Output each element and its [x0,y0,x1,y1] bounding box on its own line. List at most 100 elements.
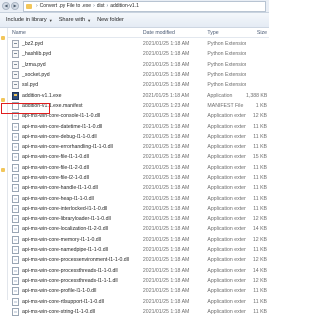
file-date-cell: 2021/01/25 1:18 AM [142,195,190,202]
navigation-pane[interactable] [0,28,8,300]
file-row[interactable]: api-ms-win-core-rtlsupport-l1-1-0.dll 202… [8,296,269,306]
breadcrumb[interactable]: › Convert .py File to .exe › dist › addi… [23,0,266,12]
file-row[interactable]: _hashlib.pyd 2021/01/25 1:18 AM Python Ext… [8,49,269,59]
address-bar[interactable]: ◀ ▶ › Convert .py File to .exe › dist › … [0,0,269,13]
file-name-cell[interactable]: api-ms-win-core-processthreads-l1-1-0.dl… [8,266,143,275]
column-type-header[interactable]: Type [207,30,246,36]
file-row[interactable]: api-ms-win-core-debug-l1-1-0.dll 2021/01/… [8,132,269,142]
file-name-cell[interactable]: api-ms-win-core-libraryloader-l1-1-0.dll [8,215,143,224]
file-size-cell: 15 KB [252,154,267,161]
breadcrumb-item[interactable]: › Convert .py File to .exe [34,3,91,9]
dll-icon [12,297,19,306]
forward-arrow-icon[interactable]: ▶ [11,2,19,10]
file-row[interactable]: api-ms-win-core-processenvironment-l1-1-… [8,255,269,265]
file-row[interactable]: api-ms-win-core-processthreads-l1-1-1.dl… [8,276,269,286]
column-name-header[interactable]: Name [8,30,143,36]
file-row[interactable]: api-ms-win-core-file-l1-1-0.dll 2021/01/2… [8,152,269,162]
file-type-cell: Application extens... [207,185,247,192]
dll-icon [12,276,19,285]
file-date-cell: 2021/01/25 1:18 AM [142,185,190,192]
file-name-cell[interactable]: _bz2.pyd [8,40,143,49]
folder-icon[interactable] [1,36,5,40]
breadcrumb-item[interactable]: › addition-v1.1 [105,3,139,9]
file-row[interactable]: api-ms-win-core-heap-l1-1-0.dll 2021/01/2… [8,193,269,203]
file-name-cell[interactable]: api-ms-win-core-datetime-l1-1-0.dll [8,122,143,131]
file-name-cell[interactable]: api-ms-win-core-file-l2-1-0.dll [8,174,143,182]
file-name-cell[interactable]: api-ms-win-core-memory-l1-1-0.dll [8,235,143,244]
file-name-label: addition-v1.1.exe [22,92,62,99]
file-name-cell[interactable]: addition-v1.1.exe [8,91,143,100]
file-name-cell[interactable]: api-ms-win-core-processthreads-l1-1-1.dl… [8,276,143,285]
file-row[interactable]: ssl.pyd 2021/01/25 1:18 AM Python Extensio… [8,80,269,90]
file-date-cell: 2021/01/25 1:18 AM [142,175,190,181]
file-name-cell[interactable]: api-ms-win-core-errorhandling-l1-1-0.dll [8,143,143,152]
file-row[interactable]: api-ms-win-core-string-l1-1-0.dll 2021/01… [8,307,269,317]
file-name-cell[interactable]: _hashlib.pyd [8,50,143,59]
breadcrumb-label-2[interactable]: dist [97,3,105,9]
file-name-cell[interactable]: api-ms-win-core-rtlsupport-l1-1-0.dll [8,297,143,306]
file-name-cell[interactable]: api-ms-win-core-namedpipe-l1-1-0.dll [8,246,143,255]
file-row[interactable]: api-ms-win-core-memory-l1-1-0.dll 2021/01… [8,235,269,245]
file-name-cell[interactable]: addition-v1.1.exe.manifest [8,101,143,110]
file-list: _bz2.pyd 2021/01/25 1:18 AM Python Extensi… [8,39,269,317]
file-row[interactable]: api-ms-win-core-datetime-l1-1-0.dll 2021/… [8,121,269,131]
file-row[interactable]: api-ms-win-core-libraryloader-l1-1-0.dll… [8,214,269,224]
breadcrumb-item[interactable]: › dist [91,3,104,9]
file-name-cell[interactable]: api-ms-win-core-file-l1-1-0.dll [8,153,143,162]
include-in-library-button[interactable]: Include in library ▼ [6,17,53,23]
file-row[interactable]: api-ms-win-core-file-l1-2-0.dll 2021/01/2… [8,163,269,173]
file-row[interactable]: api-ms-win-core-interlocked-l1-1-0.dll 20… [8,204,269,214]
file-name-cell[interactable]: _lzma.pyd [8,60,143,69]
folder-icon[interactable] [1,98,5,102]
file-type-cell: Application extens... [207,226,247,233]
file-name-label: api-ms-win-core-console-l1-1-0.dll [22,113,101,120]
column-size-header[interactable]: Size [246,30,269,36]
file-name-cell[interactable]: _socket.pyd [8,71,143,80]
file-row[interactable]: api-ms-win-core-localization-l1-2-0.dll 2… [8,224,269,234]
file-row[interactable]: _socket.pyd 2021/01/25 1:18 AM Python Exte… [8,70,269,80]
file-name-cell[interactable]: api-ms-win-core-file-l1-2-0.dll [8,163,143,172]
back-arrow-icon[interactable]: ◀ [2,2,10,10]
file-row[interactable]: api-ms-win-core-errorhandling-l1-1-0.dll… [8,142,269,152]
file-row[interactable]: api-ms-win-core-handle-l1-1-0.dll 2021/01… [8,183,269,193]
file-row[interactable]: addition-v1.1.exe.manifest 2021/01/25 1:2… [8,101,269,111]
file-size-cell: 12 KB [252,277,267,284]
pyd-icon [12,40,19,49]
dll-icon [12,204,19,213]
file-row[interactable]: api-ms-win-core-namedpipe-l1-1-0.dll 2021… [8,245,269,255]
new-folder-button[interactable]: New folder [97,17,124,23]
file-name-cell[interactable]: ssl.pyd [8,81,143,90]
file-name-cell[interactable]: api-ms-win-core-profile-l1-1-0.dll [8,287,143,296]
file-date-cell: 2021/01/25 1:23 AM [142,102,190,109]
breadcrumb-label-1[interactable]: Convert .py File to .exe [40,3,91,9]
share-with-button[interactable]: Share with ▼ [59,17,91,23]
file-date-cell: 2021/01/25 1:18 AM [142,61,190,68]
file-date-cell: 2021/01/25 1:18 AM [142,226,190,233]
file-row[interactable]: api-ms-win-core-profile-l1-1-0.dll 2021/0… [8,286,269,296]
file-name-cell[interactable]: api-ms-win-core-handle-l1-1-0.dll [8,184,143,193]
file-name-label: api-ms-win-core-handle-l1-1-0.dll [22,185,98,192]
file-name-cell[interactable]: api-ms-win-core-string-l1-1-0.dll [8,307,143,316]
file-row[interactable]: api-ms-win-core-processthreads-l1-1-0.dl… [8,266,269,276]
folder-icon[interactable] [1,168,5,172]
file-row[interactable]: addition-v1.1.exe 2021/01/25 1:18 AM Appli… [8,90,269,100]
file-type-cell: Python Extension ... [207,61,247,68]
file-row[interactable]: _bz2.pyd 2021/01/25 1:18 AM Python Extensi… [8,39,269,49]
file-name-cell[interactable]: api-ms-win-core-console-l1-1-0.dll [8,112,143,121]
file-row[interactable]: api-ms-win-core-console-l1-1-0.dll 2021/0… [8,111,269,121]
file-type-cell: Application extens... [207,123,247,130]
file-name-cell[interactable]: api-ms-win-core-debug-l1-1-0.dll [8,132,143,141]
file-row[interactable]: api-ms-win-core-file-l2-1-0.dll 2021/01/2… [8,173,269,183]
dll-icon [12,194,19,203]
file-name-cell[interactable]: api-ms-win-core-processenvironment-l1-1-… [8,256,143,265]
file-size-cell: 12 KB [252,257,267,264]
file-name-cell[interactable]: api-ms-win-core-heap-l1-1-0.dll [8,194,143,203]
file-date-cell: 2021/01/25 1:18 AM [142,133,190,140]
file-name-cell[interactable]: api-ms-win-core-interlocked-l1-1-0.dll [8,204,143,213]
file-type-cell: Application extens... [207,164,247,171]
column-header: Name Date modified Type Size [8,28,269,38]
file-name-cell[interactable]: api-ms-win-core-localization-l1-2-0.dll [8,225,143,234]
file-row[interactable]: _lzma.pyd 2021/01/25 1:18 AM Python Extens… [8,60,269,70]
column-date-header[interactable]: Date modified [143,30,207,36]
breadcrumb-label-3[interactable]: addition-v1.1 [110,3,139,9]
